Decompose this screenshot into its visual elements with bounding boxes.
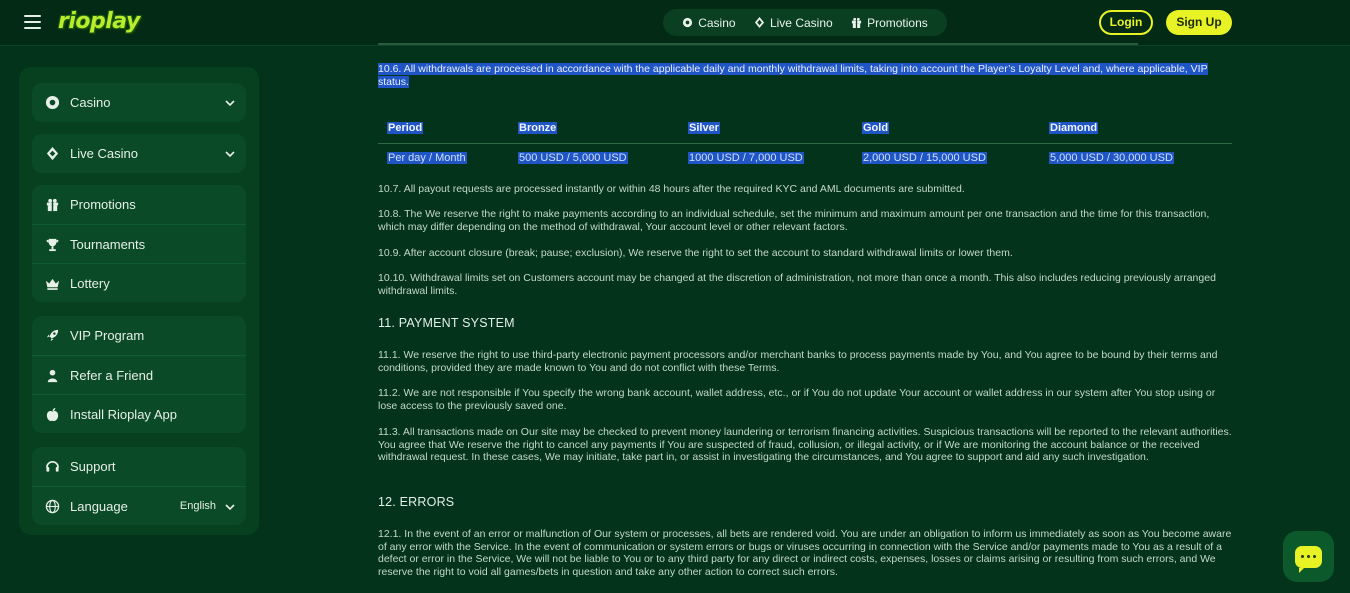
nav-live-casino[interactable]: Live Casino — [754, 16, 833, 30]
sidebar-item-label: VIP Program — [70, 328, 145, 343]
sidebar-item-label: Promotions — [70, 197, 136, 212]
globe-icon — [44, 498, 60, 514]
table-cell: 2,000 USD / 15,000 USD — [862, 152, 987, 164]
section-heading-11: 11. PAYMENT SYSTEM — [378, 316, 515, 330]
clipped-text-line — [378, 40, 1234, 48]
gift-icon — [851, 17, 862, 28]
sidebar-item-language[interactable]: Language English — [32, 486, 246, 525]
sidebar-item-label: Refer a Friend — [70, 367, 154, 383]
section-heading-12: 12. ERRORS — [378, 495, 455, 509]
sidebar-item-label: Support — [70, 459, 116, 474]
chevron-down-icon[interactable] — [224, 501, 236, 513]
diamond-suit-icon — [754, 17, 765, 28]
sidebar: Casino Live Casino Promotions Tournament… — [19, 67, 259, 535]
sidebar-item-refer[interactable]: Refer a Friend — [32, 355, 246, 394]
casino-chip-icon — [683, 17, 693, 28]
table-cell: 500 USD / 5,000 USD — [518, 152, 628, 164]
table-cell: 5,000 USD / 30,000 USD — [1049, 152, 1174, 164]
sidebar-item-vip[interactable]: VIP Program — [32, 316, 246, 355]
selected-text: 10.6. All withdrawals are processed in a… — [378, 63, 1208, 88]
sidebar-item-tournaments[interactable]: Tournaments — [32, 224, 246, 263]
sidebar-group-promo: Promotions Tournaments Lottery — [32, 185, 246, 302]
nav-promotions-label: Promotions — [867, 15, 928, 30]
crown-icon — [44, 275, 60, 291]
casino-chip-icon — [44, 95, 60, 111]
trophy-icon — [44, 236, 60, 252]
paragraph-11-1: 11.1. We reserve the right to use third-… — [378, 349, 1218, 374]
nav-promotions[interactable]: Promotions — [851, 16, 928, 30]
sidebar-item-live-casino[interactable]: Live Casino — [32, 134, 246, 173]
login-button[interactable]: Login — [1099, 10, 1153, 35]
sidebar-item-casino[interactable]: Casino — [32, 83, 246, 122]
table-header-cell: Silver — [688, 122, 720, 134]
table-header-cell: Period — [387, 122, 424, 134]
diamond-suit-icon — [44, 146, 60, 162]
rocket-icon — [44, 328, 60, 344]
sidebar-item-promotions[interactable]: Promotions — [32, 185, 246, 224]
sidebar-item-label: Live Casino — [70, 146, 138, 161]
rioplay-logo[interactable]: rioplay — [58, 8, 145, 36]
nav-casino-label: Casino — [698, 15, 736, 30]
sidebar-item-label: Casino — [70, 95, 111, 110]
sidebar-item-label: Install Rioplay App — [70, 406, 177, 422]
sidebar-item-lottery[interactable]: Lottery — [32, 263, 246, 302]
table-row: Per day / Month 500 USD / 5,000 USD 1000… — [378, 144, 1232, 170]
sidebar-item-label: Tournaments — [70, 236, 146, 252]
sidebar-item-label: Language — [70, 498, 128, 514]
table-header-cell: Gold — [862, 122, 890, 134]
paragraph-10-6: 10.6. All withdrawals are processed in a… — [378, 63, 1234, 88]
sidebar-item-install[interactable]: Install Rioplay App — [32, 394, 246, 433]
signup-button[interactable]: Sign Up — [1166, 10, 1232, 35]
headset-icon — [44, 459, 60, 475]
paragraph-10-8: 10.8. The We reserve the right to make p… — [378, 208, 1210, 233]
nav-casino[interactable]: Casino — [682, 15, 736, 30]
sidebar-item-label: Lottery — [70, 275, 110, 291]
user-icon — [44, 367, 60, 383]
sidebar-item-support[interactable]: Support — [32, 447, 246, 486]
table-header-cell: Bronze — [518, 122, 558, 134]
withdrawal-limits-table: Period Bronze Silver Gold Diamond Per da… — [378, 116, 1232, 170]
chevron-down-icon[interactable] — [224, 97, 236, 109]
paragraph-10-7: 10.7. All payout requests are processed … — [378, 183, 965, 195]
paragraph-12-1: 12.1. In the event of an error or malfun… — [378, 528, 1232, 578]
table-header-cell: Diamond — [1049, 122, 1099, 134]
menu-icon[interactable] — [24, 15, 41, 29]
chevron-down-icon[interactable] — [224, 148, 236, 160]
sidebar-group-support: Support Language English — [32, 447, 246, 525]
gift-icon — [44, 197, 60, 213]
table-cell: 1000 USD / 7,000 USD — [688, 152, 804, 164]
table-header-row: Period Bronze Silver Gold Diamond — [378, 116, 1232, 144]
apple-icon — [44, 406, 60, 422]
paragraph-10-9: 10.9. After account closure (break; paus… — [378, 247, 1013, 259]
chat-bubble-icon — [1295, 545, 1322, 573]
language-value[interactable]: English — [180, 500, 216, 512]
paragraph-11-2: 11.2. We are not responsible if You spec… — [378, 387, 1216, 412]
paragraph-10-10: 10.10. Withdrawal limits set on Customer… — [378, 272, 1216, 297]
sidebar-group-casino: Casino — [32, 83, 246, 122]
sidebar-group-extra: VIP Program Refer a Friend Install Riopl… — [32, 316, 246, 433]
table-cell: Per day / Month — [387, 152, 467, 164]
sidebar-group-live: Live Casino — [32, 134, 246, 173]
top-nav: Casino Live Casino Promotions — [663, 9, 947, 36]
chat-button[interactable] — [1283, 531, 1334, 582]
paragraph-11-3: 11.3. All transactions made on Our site … — [378, 426, 1232, 463]
nav-live-casino-label: Live Casino — [769, 15, 833, 30]
